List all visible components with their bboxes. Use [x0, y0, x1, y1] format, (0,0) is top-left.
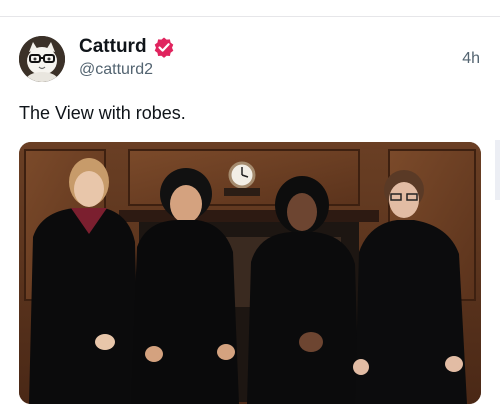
post-timestamp[interactable]: 4h [462, 50, 480, 68]
cat-avatar-icon [19, 36, 65, 82]
avatar[interactable] [19, 36, 65, 82]
author-name[interactable]: Catturd [79, 36, 147, 58]
author-handle[interactable]: @catturd2 [79, 61, 153, 79]
verified-badge-icon [153, 36, 175, 58]
post-photo[interactable] [19, 142, 481, 404]
photo-illustration [19, 142, 481, 404]
author-name-row[interactable]: Catturd [79, 36, 175, 58]
post-card[interactable]: Catturd @catturd2 4h The View with robes… [0, 17, 500, 417]
post-text: The View with robes. [19, 103, 186, 123]
scrollbar[interactable] [495, 140, 500, 200]
